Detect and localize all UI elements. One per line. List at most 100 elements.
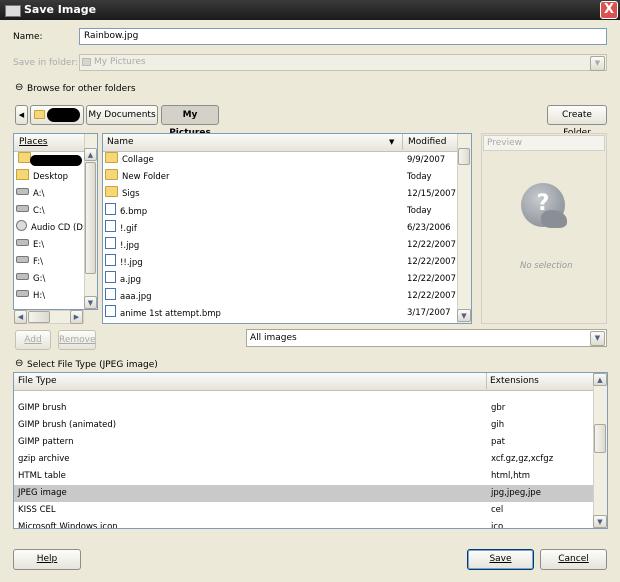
image-file-icon (105, 220, 116, 232)
file-type-name: GIMP brush (18, 403, 67, 413)
file-type-row[interactable]: GIMP brush gbr (14, 400, 596, 417)
file-row[interactable]: !.jpg 12/22/2007 (103, 237, 471, 254)
save-in-label: Save in folder: (13, 58, 79, 68)
help-button[interactable]: Help (13, 549, 81, 570)
collapse-icon[interactable]: ⊖ (15, 358, 23, 369)
file-name: aaa.jpg (120, 292, 152, 302)
file-type-row[interactable]: KISS CEL cel (14, 502, 596, 519)
path-button-home[interactable] (30, 105, 84, 125)
file-name: a.jpg (120, 275, 142, 285)
folder-icon (18, 152, 31, 163)
file-type-extensions: gbr (491, 403, 506, 413)
column-name-header[interactable]: Name (107, 137, 134, 147)
file-row[interactable]: Collage 9/9/2007 (103, 152, 471, 169)
file-name: anime 1st attempt.bmp (120, 309, 221, 319)
files-scroll-thumb[interactable] (458, 148, 470, 165)
back-button[interactable]: ◀ (15, 105, 28, 125)
file-type-extensions: jpg,jpeg,jpe (491, 488, 541, 498)
folder-icon (82, 58, 91, 66)
column-modified-header[interactable]: Modified (408, 134, 446, 150)
image-file-icon (105, 305, 116, 317)
file-type-row[interactable]: HTML table html,htm (14, 468, 596, 485)
scroll-up-icon[interactable]: ▲ (84, 148, 97, 161)
drive-icon (16, 290, 29, 297)
close-button[interactable]: X (600, 1, 618, 19)
drive-icon (16, 239, 29, 246)
redacted-username (47, 108, 80, 122)
file-name: !.jpg (120, 241, 140, 251)
file-filter-value: All images (250, 333, 297, 343)
file-type-header: File Type Extensions (14, 373, 607, 391)
column-divider (486, 373, 487, 389)
file-type-row[interactable]: Microsoft Windows icon ico (14, 519, 596, 529)
cd-drive-icon (16, 220, 27, 231)
file-type-extensions: xcf.gz,gz,xcfgz (491, 454, 554, 464)
file-type-name: GIMP pattern (18, 437, 74, 447)
floppy-drive-icon (16, 188, 29, 195)
places-item-label: Audio CD (D: (31, 223, 86, 233)
add-button: Add (15, 330, 51, 350)
chevron-down-icon: ▼ (590, 56, 605, 71)
file-row[interactable]: anime 1st attempt.bmp 3/17/2007 (103, 305, 471, 322)
drive-icon (16, 273, 29, 280)
scroll-left-icon[interactable]: ◀ (14, 310, 27, 324)
select-type-label[interactable]: Select File Type (JPEG image) (27, 360, 158, 370)
file-row[interactable]: 6.bmp Today (103, 203, 471, 220)
places-item-label: A:\ (33, 189, 45, 199)
scroll-down-icon[interactable]: ▼ (84, 296, 97, 309)
file-row[interactable]: aaa.jpg 12/22/2007 (103, 288, 471, 305)
cancel-button-label: Cancel (558, 554, 589, 564)
places-item-label: C:\ (33, 206, 45, 216)
column-extensions-header[interactable]: Extensions (490, 373, 539, 389)
folder-icon (105, 152, 118, 163)
scroll-right-icon[interactable]: ▶ (70, 310, 83, 324)
cancel-button[interactable]: Cancel (540, 549, 607, 570)
file-modified: 6/23/2006 (407, 223, 451, 233)
save-in-select: My Pictures ▼ (79, 54, 607, 71)
chevron-down-icon[interactable]: ▼ (590, 331, 605, 346)
save-button-label: Save (489, 554, 512, 564)
desktop-folder-icon (16, 169, 29, 180)
remove-button: Remove (58, 330, 96, 350)
places-hscroll-thumb[interactable] (28, 311, 50, 323)
file-type-extensions: pat (491, 437, 505, 447)
file-row[interactable]: Sigs 12/15/2007 (103, 186, 471, 203)
path-button-my-documents[interactable]: My Documents (86, 105, 158, 125)
file-type-name: GIMP brush (animated) (18, 420, 117, 430)
browse-label[interactable]: Browse for other folders (27, 84, 136, 94)
file-type-extensions: ico (491, 522, 504, 529)
save-in-value: My Pictures (94, 57, 146, 67)
file-type-name: Microsoft Windows icon (18, 522, 118, 529)
preview-panel: Preview No selection (481, 133, 607, 324)
save-button[interactable]: Save (467, 549, 534, 570)
file-row[interactable]: !!.jpg 12/22/2007 (103, 254, 471, 271)
file-type-row[interactable]: GIMP pattern pat (14, 434, 596, 451)
places-header-label: Places (19, 137, 48, 147)
file-type-name: HTML table (18, 471, 66, 481)
places-scroll-thumb[interactable] (85, 162, 96, 274)
file-name: New Folder (122, 172, 170, 182)
types-scroll-thumb[interactable] (594, 424, 606, 453)
scroll-up-icon[interactable]: ▲ (593, 373, 607, 386)
collapse-icon[interactable]: ⊖ (15, 82, 23, 93)
file-row[interactable]: !.gif 6/23/2006 (103, 220, 471, 237)
image-file-icon (105, 288, 116, 300)
column-file-type-header[interactable]: File Type (18, 376, 57, 386)
name-label: Name: (13, 32, 43, 42)
file-filter-select[interactable]: All images ▼ (246, 329, 607, 347)
file-type-row[interactable]: GIMP brush (animated) gih (14, 417, 596, 434)
file-type-row-selected[interactable]: JPEG image jpg,jpeg,jpe (14, 485, 596, 502)
name-input[interactable]: Rainbow.jpg (79, 28, 607, 45)
drive-icon (16, 256, 29, 263)
file-type-row[interactable]: gzip archive xcf.gz,gz,xcfgz (14, 451, 596, 468)
scroll-down-icon[interactable]: ▼ (457, 309, 471, 322)
sort-down-icon[interactable]: ▼ (389, 134, 394, 150)
file-name: Collage (122, 155, 154, 165)
file-row[interactable]: New Folder Today (103, 169, 471, 186)
gimp-mascot-icon (541, 210, 567, 228)
scroll-down-icon[interactable]: ▼ (593, 515, 607, 528)
file-row[interactable]: a.jpg 12/22/2007 (103, 271, 471, 288)
places-item-label: G:\ (33, 274, 46, 284)
path-button-my-pictures[interactable]: My Pictures (161, 105, 219, 138)
create-folder-button[interactable]: Create Folder (547, 105, 607, 138)
